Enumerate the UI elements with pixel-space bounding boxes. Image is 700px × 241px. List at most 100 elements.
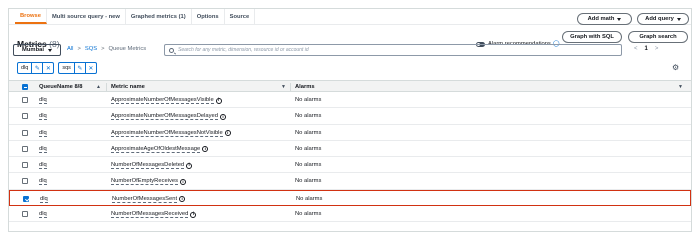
metric-name[interactable]: NumberOfMessagesReceived xyxy=(111,211,189,219)
info-icon[interactable]: i xyxy=(224,130,231,137)
filter-chips: dlq ✎ ✕ sqs ✎ ✕ xyxy=(17,62,97,74)
table-row[interactable]: dlq NumberOfMessagesDeleted i No alarms xyxy=(9,157,691,174)
metric-name[interactable]: ApproximateAgeOfOldestMessage xyxy=(111,146,201,153)
metric-name[interactable]: ApproximateNumberOfMessagesNotVisible xyxy=(111,130,223,137)
info-icon[interactable]: i xyxy=(179,196,186,203)
close-icon[interactable]: ✕ xyxy=(84,63,96,73)
select-all-checkbox[interactable] xyxy=(22,83,28,90)
chevron-right-icon: > xyxy=(77,46,81,52)
tab-multi-source-query[interactable]: Multi source query - new xyxy=(47,9,126,24)
metric-name-cell: NumberOfMessagesDeleted i xyxy=(111,162,193,170)
alarms-cell: No alarms xyxy=(295,129,322,136)
column-divider xyxy=(290,83,291,91)
tab-options[interactable]: Options xyxy=(192,9,225,24)
add-math-button[interactable]: Add math xyxy=(577,13,632,25)
graph-with-sql-button[interactable]: Graph with SQL xyxy=(562,31,622,43)
metric-name-cell: ApproximateNumberOfMessagesVisible i xyxy=(111,97,222,104)
breadcrumb-sqs[interactable]: SQS xyxy=(85,46,97,52)
row-checkbox[interactable] xyxy=(22,145,28,152)
metric-name-cell: ApproximateAgeOfOldestMessage i xyxy=(111,146,209,153)
edit-icon[interactable]: ✎ xyxy=(31,63,42,73)
tab-source[interactable]: Source xyxy=(225,9,256,24)
edit-icon[interactable]: ✎ xyxy=(73,63,85,73)
row-checkbox[interactable] xyxy=(22,97,28,103)
row-checkbox[interactable] xyxy=(22,113,28,120)
alarms-cell: No alarms xyxy=(295,211,322,218)
table-header: QueueName 8/8 ▲ Metric name ▼ Alarms ▼ xyxy=(9,80,691,92)
info-icon[interactable]: i xyxy=(190,211,197,218)
chevron-down-icon xyxy=(676,17,681,21)
metric-name[interactable]: NumberOfMessagesSent xyxy=(112,196,178,203)
metric-name[interactable]: NumberOfEmptyReceives xyxy=(111,178,179,186)
row-checkbox[interactable] xyxy=(22,162,28,169)
filter-chip-sqs: sqs ✎ ✕ xyxy=(58,62,97,74)
table-row[interactable]: dlq ApproximateNumberOfMessagesNotVisible… xyxy=(9,125,691,141)
table-row[interactable]: dlq ApproximateNumberOfMessagesVisible i No… xyxy=(9,92,691,109)
info-icon[interactable]: i xyxy=(202,146,209,153)
table-row[interactable]: dlq ApproximateAgeOfOldestMessage i No alar… xyxy=(9,141,691,158)
row-checkbox[interactable] xyxy=(23,195,29,202)
metric-name[interactable]: ApproximateNumberOfMessagesDelayed xyxy=(111,113,218,121)
filter-chip-dlq: dlq ✎ ✕ xyxy=(17,62,55,74)
queue-name-cell[interactable]: dlq xyxy=(39,97,47,104)
alarms-cell: No alarms xyxy=(296,195,323,202)
sort-icon[interactable]: ▼ xyxy=(678,84,683,90)
info-icon[interactable]: i xyxy=(219,113,226,120)
page-number[interactable]: 1 xyxy=(645,46,648,52)
settings-icon[interactable]: ⚙ xyxy=(672,63,679,72)
metrics-panel: Browse Multi source query - new Graphed … xyxy=(8,8,692,232)
row-checkbox[interactable] xyxy=(22,129,28,136)
info-icon[interactable]: i xyxy=(215,97,222,104)
breadcrumb: All > SQS > Queue Metrics xyxy=(67,46,146,52)
column-header-metric[interactable]: Metric name xyxy=(111,84,145,90)
close-icon[interactable]: ✕ xyxy=(42,63,53,73)
queue-name-cell[interactable]: dlq xyxy=(39,211,47,219)
alarms-cell: No alarms xyxy=(295,178,322,185)
search-placeholder: Search for any metric, dimension, resour… xyxy=(178,47,309,53)
table-row[interactable]: dlq NumberOfMessagesReceived i No alarms xyxy=(9,206,691,223)
chevron-down-icon xyxy=(47,48,52,52)
column-divider xyxy=(106,83,107,91)
region-select[interactable]: Mumbai xyxy=(13,44,61,56)
queue-name-cell[interactable]: dlq xyxy=(39,130,47,137)
info-icon[interactable]: i xyxy=(180,178,187,185)
metric-name[interactable]: ApproximateNumberOfMessagesVisible xyxy=(111,97,214,104)
search-input[interactable]: Search for any metric, dimension, resour… xyxy=(164,44,622,56)
metric-name-cell: NumberOfMessagesReceived i xyxy=(111,211,197,219)
add-query-button[interactable]: Add query xyxy=(637,13,689,25)
sort-icon[interactable]: ▼ xyxy=(281,84,286,90)
table-body: dlq ApproximateNumberOfMessagesVisible i No… xyxy=(9,92,691,223)
metric-name[interactable]: NumberOfMessagesDeleted xyxy=(111,162,185,170)
queue-name-cell[interactable]: dlq xyxy=(40,196,48,203)
table-row[interactable]: dlq ApproximateNumberOfMessagesDelayed i No… xyxy=(9,108,691,125)
column-header-alarms[interactable]: Alarms xyxy=(295,84,315,90)
metric-name-cell: NumberOfEmptyReceives i xyxy=(111,178,187,186)
breadcrumb-all[interactable]: All xyxy=(67,46,73,52)
chevron-right-icon[interactable]: > xyxy=(655,46,659,52)
queue-name-cell[interactable]: dlq xyxy=(39,162,47,170)
chevron-right-icon: > xyxy=(101,46,105,52)
table-row[interactable]: dlq NumberOfMessagesSent i No alarms xyxy=(9,189,691,207)
table-row[interactable]: dlq NumberOfEmptyReceives i No alarms xyxy=(9,173,691,190)
info-icon[interactable]: i xyxy=(186,162,193,169)
add-math-label: Add math xyxy=(587,16,615,22)
alarms-cell: No alarms xyxy=(295,97,322,103)
breadcrumb-current: Queue Metrics xyxy=(108,46,147,52)
row-checkbox[interactable] xyxy=(22,178,28,185)
column-header-queue[interactable]: QueueName 8/8 xyxy=(39,84,83,90)
add-query-label: Add query xyxy=(645,16,674,22)
alarms-cell: No alarms xyxy=(295,162,322,169)
metric-name-cell: NumberOfMessagesSent i xyxy=(112,196,186,203)
queue-name-cell[interactable]: dlq xyxy=(39,146,47,153)
sort-icon[interactable]: ▲ xyxy=(96,84,101,90)
row-checkbox[interactable] xyxy=(22,211,28,218)
pagination: < 1 > xyxy=(634,46,658,52)
queue-name-cell[interactable]: dlq xyxy=(39,113,47,121)
chevron-down-icon xyxy=(617,17,622,21)
tab-browse[interactable]: Browse xyxy=(15,9,47,24)
graph-search-button[interactable]: Graph search xyxy=(628,31,688,43)
queue-name-cell[interactable]: dlq xyxy=(39,178,47,186)
tab-graphed-metrics[interactable]: Graphed metrics (1) xyxy=(126,9,192,24)
chevron-left-icon[interactable]: < xyxy=(634,46,638,52)
search-icon xyxy=(169,47,174,53)
